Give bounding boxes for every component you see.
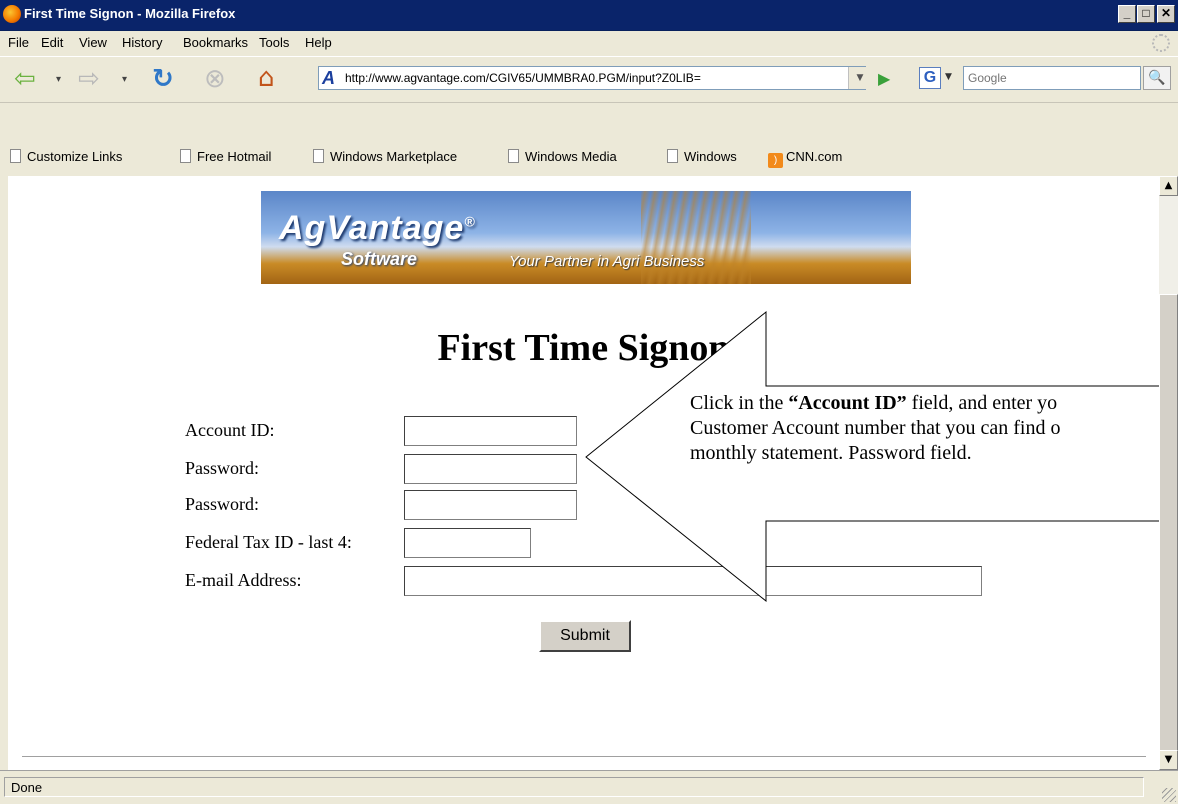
scroll-down-icon[interactable]: ▼ [1159,750,1178,770]
callout-line-2: Customer Account number that you can fin… [690,417,1061,439]
status-bar: Done [0,770,1178,804]
status-text: Done [4,777,1144,797]
scroll-thumb[interactable] [1159,294,1178,764]
callout-instruction: Click in the “Account ID” field, and ent… [690,391,1178,466]
scroll-up-icon[interactable]: ▲ [1159,176,1178,196]
vertical-scrollbar[interactable]: ▲ ▼ [1159,176,1178,770]
resize-grip-icon[interactable] [1162,788,1176,802]
callout-line-3: monthly statement. Password field. [690,442,972,464]
callout-line-1: Click in the “Account ID” field, and ent… [690,392,1058,414]
